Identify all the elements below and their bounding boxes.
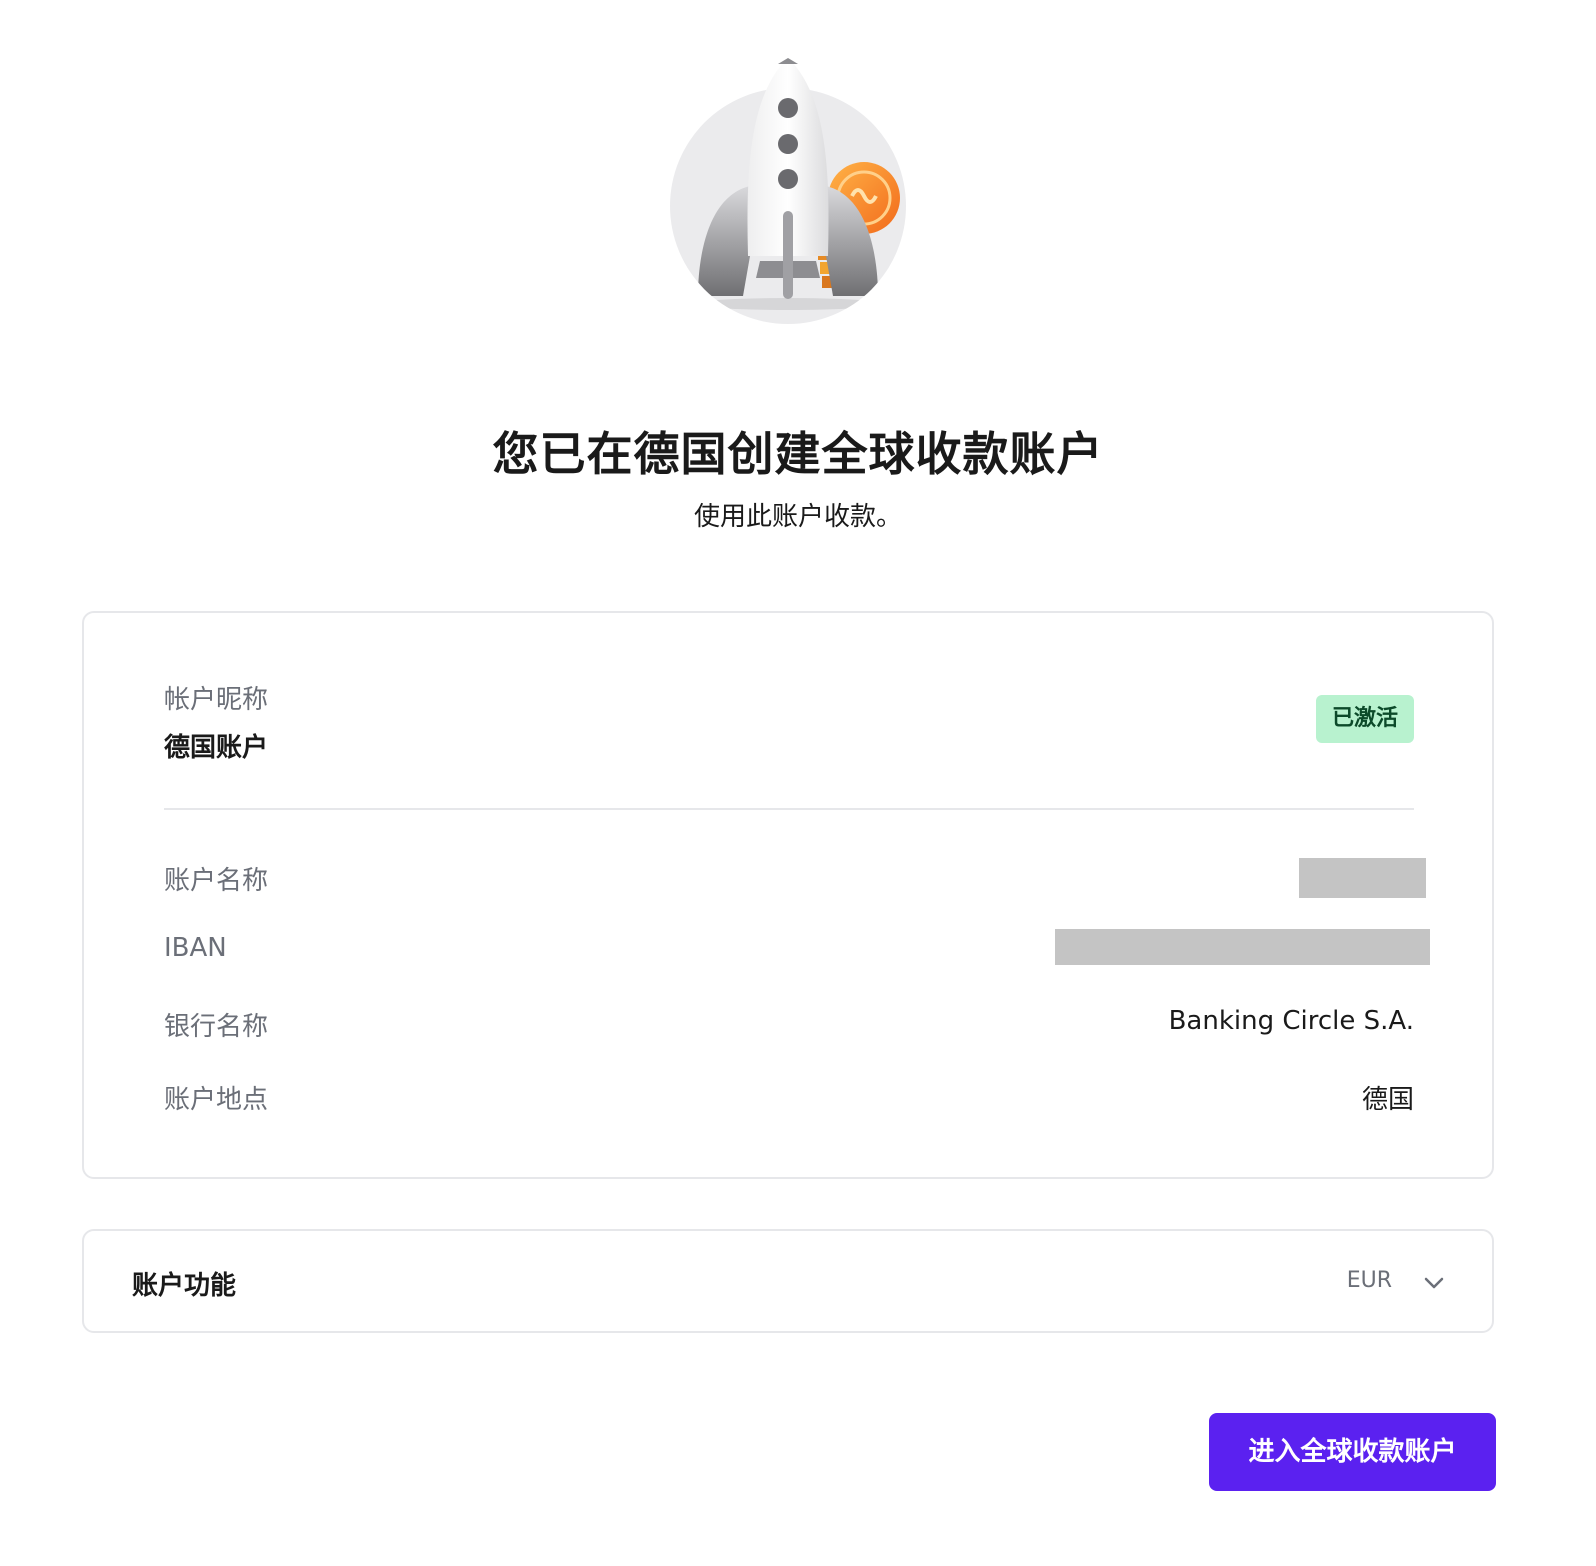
nickname-label: 帐户昵称 (164, 685, 269, 715)
page-title: 您已在德国创建全球收款账户 (492, 427, 1104, 481)
page-subtitle: 使用此账户收款。 (693, 502, 902, 532)
detail-label: 银行名称 (164, 1012, 269, 1042)
detail-row-account-name: 账户名称 (164, 858, 1426, 900)
detail-label: IBAN (164, 933, 227, 963)
redacted-iban (1055, 929, 1430, 965)
rocket-icon (670, 58, 906, 324)
redacted-account-name (1299, 858, 1426, 898)
detail-label: 账户名称 (164, 866, 269, 896)
hero-illustration (0, 56, 1596, 346)
detail-label: 账户地点 (164, 1085, 269, 1115)
currency-label: EUR (1346, 1268, 1392, 1293)
account-features-accordion[interactable]: 账户功能 EUR (82, 1229, 1494, 1333)
location-value: 德国 (1361, 1085, 1414, 1115)
features-heading: 账户功能 (132, 1271, 237, 1301)
divider (164, 808, 1414, 810)
detail-row-location: 账户地点 德国 (164, 1079, 1414, 1119)
nickname-value: 德国账户 (164, 733, 269, 763)
page: 您已在德国创建全球收款账户 使用此账户收款。 帐户昵称 德国账户 已激活 账户名… (0, 0, 1596, 1566)
account-details-card: 帐户昵称 德国账户 已激活 账户名称 IBAN 银行名称 Banking Cir… (82, 611, 1494, 1179)
enter-global-account-button[interactable]: 进入全球收款账户 (1209, 1413, 1496, 1491)
detail-row-bank-name: 银行名称 Banking Circle S.A. (164, 1006, 1414, 1046)
detail-row-iban: IBAN (164, 929, 1430, 973)
status-badge: 已激活 (1315, 695, 1414, 743)
bank-name-value: Banking Circle S.A. (1168, 1006, 1414, 1036)
chevron-down-icon[interactable] (1422, 1271, 1446, 1295)
